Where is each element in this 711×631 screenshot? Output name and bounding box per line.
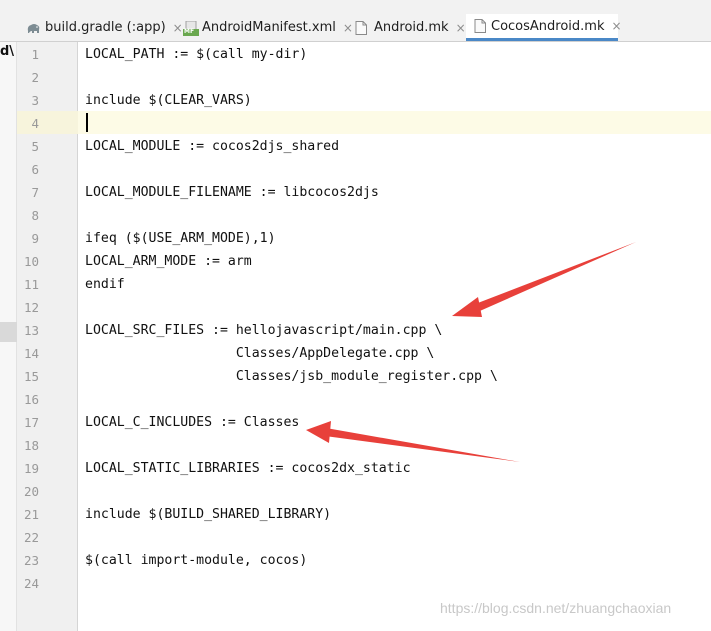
ide-window: build.gradle (:app) × MF AndroidManifest… (0, 0, 711, 631)
annotation-arrows (306, 242, 636, 462)
arrow-to-local-c-includes (306, 421, 520, 462)
watermark: https://blog.csdn.net/zhuangchaoxian (440, 600, 672, 616)
arrow-to-local-src-files (452, 242, 636, 317)
